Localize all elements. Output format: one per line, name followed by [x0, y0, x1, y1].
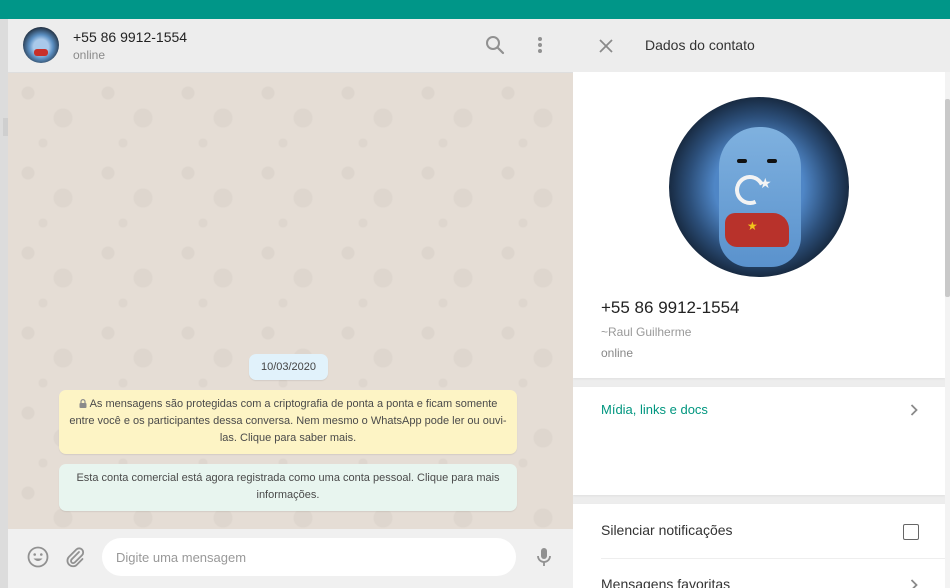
chevron-right-icon	[910, 579, 918, 588]
message-input[interactable]	[102, 538, 516, 576]
settings-divider	[601, 558, 945, 559]
chat-header[interactable]: +55 86 9912-1554 online	[8, 19, 573, 73]
media-card[interactable]: Mídia, links e docs	[573, 387, 945, 495]
star-icon: ★	[759, 175, 772, 191]
encryption-notice[interactable]: As mensagens são protegidas com a cripto…	[59, 390, 517, 454]
profile-photo[interactable]: ★ ★	[669, 97, 849, 277]
star-icon: ★	[747, 219, 758, 233]
chat-contact-status: online	[73, 48, 106, 62]
contact-info-scroll-area[interactable]: ★ ★ +55 86 9912-1554 ~Raul Guilherme onl…	[573, 72, 950, 588]
close-icon[interactable]	[595, 35, 617, 57]
whatsapp-window: +55 86 9912-1554 online 10/03/2020 As me…	[8, 19, 950, 588]
chevron-right-icon	[910, 404, 918, 416]
mute-notifications-checkbox[interactable]	[903, 524, 919, 540]
profile-photo-eye	[767, 159, 777, 163]
contact-info-title: Dados do contato	[645, 37, 755, 53]
contact-info-panel: Dados do contato ★ ★ +55 86 9912-1554 ~R…	[573, 19, 950, 588]
profile-card: ★ ★ +55 86 9912-1554 ~Raul Guilherme onl…	[573, 72, 945, 378]
profile-phone: +55 86 9912-1554	[601, 298, 740, 317]
search-icon[interactable]	[484, 34, 506, 56]
microphone-icon[interactable]	[532, 545, 556, 569]
business-account-notice[interactable]: Esta conta comercial está agora registra…	[59, 464, 517, 511]
paperclip-icon[interactable]	[63, 545, 87, 569]
settings-card: Silenciar notificações Mensagens favorit…	[573, 504, 945, 588]
top-brand-bar	[0, 0, 950, 19]
contact-avatar[interactable]	[23, 27, 59, 63]
contact-info-header: Dados do contato	[573, 19, 950, 72]
chat-contact-name[interactable]: +55 86 9912-1554	[73, 29, 187, 45]
more-vertical-icon[interactable]	[529, 34, 551, 56]
profile-status: online	[601, 346, 634, 360]
scrollbar-thumb[interactable]	[945, 99, 950, 297]
profile-push-name: ~Raul Guilherme	[601, 325, 692, 339]
message-composer	[8, 529, 573, 588]
media-links-docs-link[interactable]: Mídia, links e docs	[601, 402, 708, 417]
chat-message-area[interactable]: 10/03/2020 As mensagens são protegidas c…	[8, 73, 573, 529]
profile-photo-eye	[737, 159, 747, 163]
avatar-mouth-detail	[34, 49, 48, 56]
starred-messages-label[interactable]: Mensagens favoritas	[601, 576, 730, 588]
emoji-icon[interactable]	[26, 545, 50, 569]
business-account-notice-text: Esta conta comercial está agora registra…	[76, 472, 500, 501]
chat-pane: +55 86 9912-1554 online 10/03/2020 As me…	[8, 19, 574, 588]
date-separator: 10/03/2020	[249, 354, 328, 380]
lock-icon	[79, 399, 87, 408]
mute-notifications-label[interactable]: Silenciar notificações	[601, 522, 733, 538]
encryption-notice-text: As mensagens são protegidas com a cripto…	[69, 398, 507, 444]
